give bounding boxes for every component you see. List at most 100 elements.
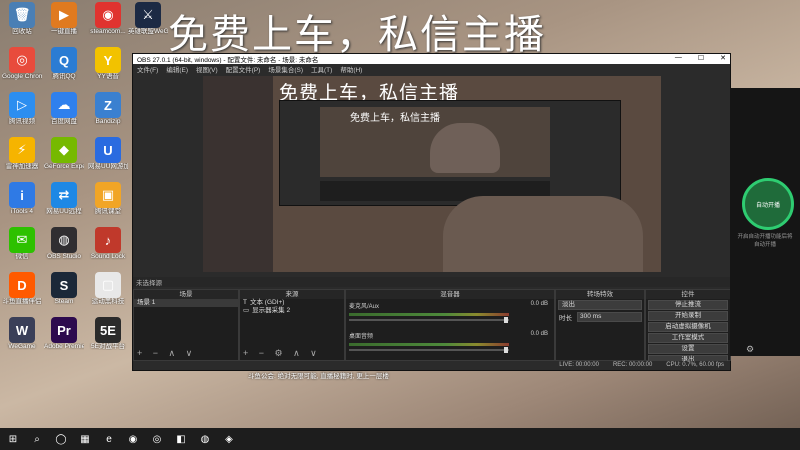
taskbar-app-icon[interactable]: ⊞ <box>6 432 20 446</box>
desktop-icon[interactable]: U网易UU网游加速器 <box>88 137 128 170</box>
close-button[interactable]: ✕ <box>720 54 726 62</box>
desktop-icon-label: Adobe Premie... <box>44 343 84 350</box>
desktop-icon[interactable]: ▶ 一键直播 <box>44 2 84 35</box>
transition-type-select[interactable]: 淡出 <box>558 300 642 310</box>
menu-tools[interactable]: 工具(T) <box>311 64 332 74</box>
start-recording-button[interactable]: 开始录制 <box>648 311 728 321</box>
desktop-icon[interactable]: ⇄ 网易UU远程 <box>44 182 84 215</box>
desktop-icon[interactable]: ▷ 腾讯视频 <box>2 92 42 125</box>
taskbar-app-icon[interactable]: ▦ <box>78 432 92 446</box>
desktop-icon-label: OBS Studio <box>47 253 81 260</box>
desktop-icon[interactable]: ◎Google Chrome <box>2 47 42 80</box>
taskbar-app-icon[interactable]: ◍ <box>198 432 212 446</box>
obs-window: OBS 27.0.1 (64-bit, windows) - 配置文件: 未命名… <box>132 53 733 371</box>
mixer-channel-db: 0.0 dB <box>530 301 548 307</box>
desktop-icon[interactable]: ◍ OBS Studio <box>44 227 84 260</box>
desktop-icon[interactable]: ⚡ 雷神加速器 <box>2 137 42 170</box>
desktop-icon[interactable]: W WeGame <box>2 317 42 350</box>
mixer-level-meter <box>349 343 509 346</box>
desktop-icon[interactable]: ⚔英雄联盟WeGame版 <box>128 2 168 35</box>
obs-menu-bar: 文件(F) 编辑(E) 视图(V) 配置文件(P) 场景集合(S) 工具(T) … <box>133 64 730 74</box>
taskbar-app-icon[interactable]: ◎ <box>150 432 164 446</box>
source-item[interactable]: ▭ 显示器采集 2 <box>240 307 344 315</box>
mixer-channel: 麦克风/Aux 0.0 dB <box>346 299 554 329</box>
taskbar-app-icon[interactable]: ◈ <box>222 432 236 446</box>
desktop-icon[interactable]: PrAdobe Premie... <box>44 317 84 350</box>
stop-streaming-button[interactable]: 停止推流 <box>648 300 728 310</box>
desktop-icon-label: GeForce Experience <box>44 163 84 170</box>
mixer-channel: 桌面音频 0.0 dB <box>346 329 554 359</box>
menu-view[interactable]: 视图(V) <box>196 64 218 74</box>
scenes-dock-controls[interactable]: + − ∧ ∨ <box>137 348 196 359</box>
minimize-button[interactable]: — <box>675 54 682 62</box>
desktop-icon-label: WeGame <box>8 343 36 350</box>
mixer-dock-header: 混音器 <box>346 290 554 299</box>
app-icon: ⇄ <box>51 182 77 208</box>
desktop-icon[interactable]: ☁ 百度网盘 <box>44 92 84 125</box>
taskbar-app-icon[interactable]: e <box>102 432 116 446</box>
app-icon: Q <box>51 47 77 73</box>
app-icon: ◆ <box>51 137 77 163</box>
mixer-channel-name: 桌面音频 <box>349 334 374 340</box>
duration-input[interactable]: 300 ms <box>577 312 642 322</box>
app-icon: Pr <box>51 317 77 343</box>
desktop-icon-label: 一键直播 <box>51 28 77 35</box>
mixer-channel-db: 0.0 dB <box>530 331 548 337</box>
preview-person-body <box>443 196 643 272</box>
source-item[interactable]: T 文本 (GDI+) <box>240 299 344 307</box>
app-icon: ✉ <box>9 227 35 253</box>
mixer-dock: 混音器 麦克风/Aux 0.0 dB 桌面音频 0.0 dB <box>345 289 555 361</box>
obs-status-bar: LIVE: 00:00:00 REC: 00:00:00 CPU: 0.7%, … <box>133 361 730 370</box>
desktop-icon-label: 雷神加速器 <box>5 163 39 170</box>
desktop-icon[interactable]: S Steam <box>44 272 84 305</box>
desktop-icon-label: 5E对战平台 <box>91 343 125 350</box>
scene-item[interactable]: 场景 1 <box>134 299 238 307</box>
desktop-icon-label: 腾讯视频 <box>9 118 35 125</box>
taskbar-app-icon[interactable]: ◉ <box>126 432 140 446</box>
cpu-fps-readout: CPU: 0.7%, 60.00 fps <box>666 362 724 368</box>
mixer-level-meter <box>349 313 509 316</box>
taskbar-app-icon[interactable]: ⌕ <box>30 432 44 446</box>
settings-button[interactable]: 设置 <box>648 344 728 354</box>
desktop-icon[interactable]: Q 腾讯QQ <box>44 47 84 80</box>
desktop-icon[interactable]: ♪ Sound Lock <box>88 227 128 260</box>
start-virtual-camera-button[interactable]: 启动虚拟摄像机 <box>648 322 728 332</box>
desktop-icon[interactable]: Z Bandizip <box>88 92 128 125</box>
studio-mode-button[interactable]: 工作室模式 <box>648 333 728 343</box>
desktop-icon[interactable]: 🗑 回收站 <box>2 2 42 35</box>
transitions-dock: 转场特效 淡出 时长 300 ms <box>555 289 645 361</box>
desktop-icon[interactable]: ◉ steamcom... <box>88 2 128 35</box>
menu-help[interactable]: 帮助(H) <box>340 64 362 74</box>
menu-file[interactable]: 文件(F) <box>137 64 158 74</box>
app-icon: i <box>9 182 35 208</box>
desktop-icon[interactable]: 5E 5E对战平台 <box>88 317 128 350</box>
gear-icon[interactable]: ⚙ <box>746 344 754 355</box>
auto-live-hint: 开启自动开播功能后将自动开播 <box>737 234 793 248</box>
mixer-volume-slider[interactable] <box>349 347 509 353</box>
taskbar-app-icon[interactable]: ◧ <box>174 432 188 446</box>
maximize-button[interactable]: ☐ <box>698 54 704 62</box>
desktop-icon[interactable]: ▣ 腾讯课堂 <box>88 182 128 215</box>
taskbar-app-icon[interactable]: ◯ <box>54 432 68 446</box>
obs-title-bar[interactable]: OBS 27.0.1 (64-bit, windows) - 配置文件: 未命名… <box>133 54 730 64</box>
menu-scene-collection[interactable]: 场景集合(S) <box>268 64 303 74</box>
sources-dock: 来源 T 文本 (GDI+) ▭ 显示器采集 2 + − ⚙ ∧ ∨ <box>239 289 345 361</box>
desktop-icon-label: 运动黑科技 <box>91 298 125 305</box>
auto-live-button[interactable]: 自动开播 <box>742 178 794 230</box>
desktop-icon[interactable]: ▢ 运动黑科技 <box>88 272 128 305</box>
menu-profile[interactable]: 配置文件(P) <box>226 64 261 74</box>
desktop-icon-label: Steam <box>54 298 74 305</box>
desktop-icon[interactable]: i iTools 4 <box>2 182 42 215</box>
desktop-icon[interactable]: ✉ 微信 <box>2 227 42 260</box>
app-icon: ☁ <box>51 92 77 118</box>
mixer-volume-slider[interactable] <box>349 317 509 323</box>
sources-dock-controls[interactable]: + − ⚙ ∧ ∨ <box>243 348 321 359</box>
desktop-icon[interactable]: D 斗鱼直播伴侣 <box>2 272 42 305</box>
obs-preview-canvas[interactable]: 免费上车，私信主播 免费上车，私信主播 <box>203 76 661 272</box>
no-source-selected-label: 未选择源 <box>136 280 162 287</box>
menu-edit[interactable]: 编辑(E) <box>166 64 188 74</box>
controls-dock: 控件 停止推流 开始录制 启动虚拟摄像机 工作室模式 设置 退出 <box>645 289 731 365</box>
desktop-icon[interactable]: Y YY语音 <box>88 47 128 80</box>
desktop-icon-label: iTools 4 <box>10 208 34 215</box>
desktop-icon[interactable]: ◆GeForce Experience <box>44 137 84 170</box>
